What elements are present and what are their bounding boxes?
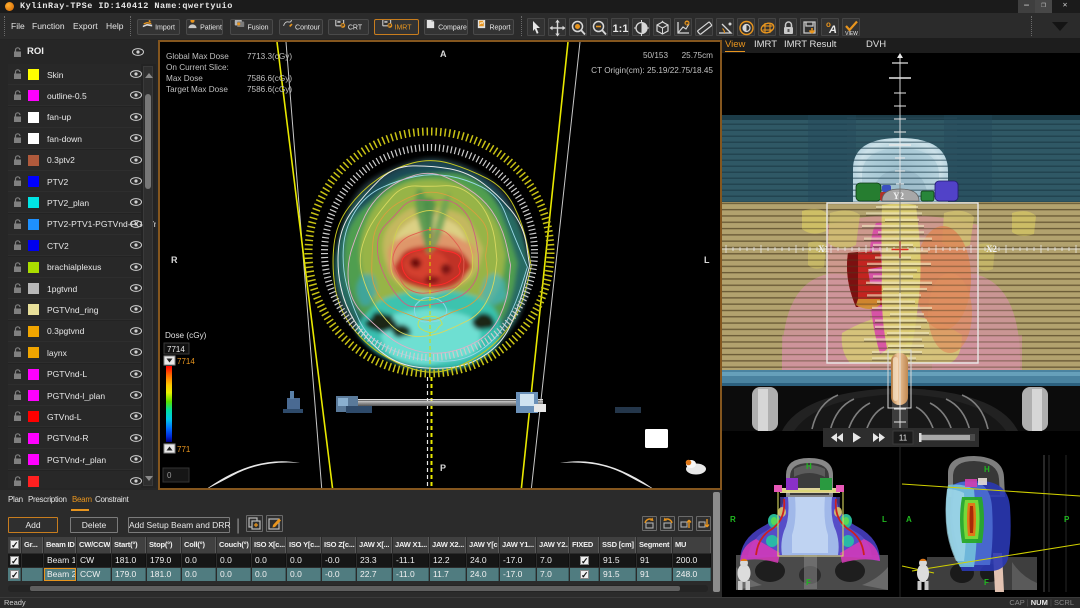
svg-text:A: A — [828, 24, 837, 36]
svg-text:0: 0 — [167, 471, 172, 480]
svg-text:P: P — [440, 463, 446, 473]
svg-text:F: F — [984, 578, 989, 587]
svg-text:Y2: Y2 — [893, 191, 904, 201]
svg-text:H: H — [984, 465, 990, 474]
svg-text:771: 771 — [177, 445, 191, 454]
svg-text:7713.3(cGy): 7713.3(cGy) — [247, 52, 292, 61]
svg-text:7714: 7714 — [167, 345, 185, 354]
svg-text:L: L — [882, 515, 887, 524]
svg-text:Dose (cGy): Dose (cGy) — [165, 331, 207, 340]
svg-text:Target Max Dose: Target Max Dose — [166, 85, 228, 94]
svg-text:On Current Slice:: On Current Slice: — [166, 63, 229, 72]
svg-text:11: 11 — [899, 434, 908, 443]
svg-text:A: A — [906, 515, 912, 524]
svg-text:CT Origin(cm): 25.19/22.75/18.: CT Origin(cm): 25.19/22.75/18.45 — [591, 66, 713, 75]
svg-text:A: A — [440, 49, 447, 59]
svg-text:P: P — [341, 23, 344, 28]
svg-text:H: H — [806, 462, 812, 471]
svg-text:25.75cm: 25.75cm — [682, 51, 714, 60]
svg-text:7586.6(cGy): 7586.6(cGy) — [247, 85, 292, 94]
svg-text:R: R — [730, 515, 736, 524]
svg-text:L: L — [704, 255, 710, 265]
svg-text:P: P — [388, 23, 391, 28]
svg-text:X1: X1 — [818, 244, 829, 254]
svg-text:P: P — [685, 21, 688, 26]
svg-text:1:1: 1:1 — [613, 23, 629, 35]
svg-text:7714: 7714 — [177, 357, 195, 366]
svg-text:P: P — [1064, 515, 1070, 524]
svg-text:R: R — [171, 255, 178, 265]
svg-text:Global Max Dose: Global Max Dose — [166, 52, 229, 61]
svg-text:VIEW: VIEW — [845, 31, 858, 37]
svg-text:X2: X2 — [986, 244, 997, 254]
svg-text:7586.6(cGy): 7586.6(cGy) — [247, 74, 292, 83]
svg-text:Max Dose: Max Dose — [166, 74, 203, 83]
svg-text:F: F — [806, 578, 811, 587]
svg-text:50/153: 50/153 — [643, 51, 668, 60]
